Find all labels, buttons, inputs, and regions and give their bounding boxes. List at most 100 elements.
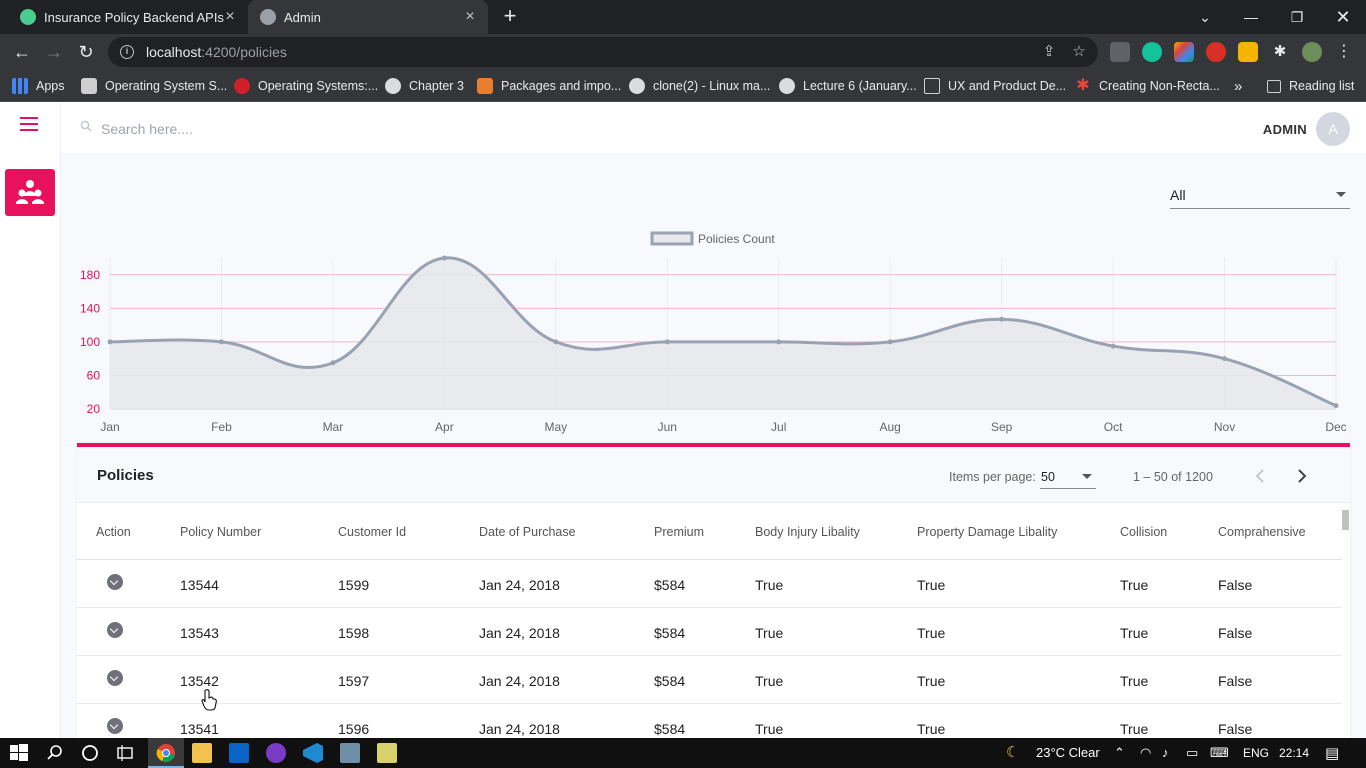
- bookmark-item[interactable]: Chapter 3: [385, 77, 464, 95]
- table-row[interactable]: 13544 1599 Jan 24, 2018 $584 True True T…: [77, 560, 1342, 608]
- chart-filter-select[interactable]: All: [1170, 183, 1350, 209]
- notification-center-icon[interactable]: ▤: [1325, 744, 1339, 762]
- bookmark-item[interactable]: clone(2) - Linux ma...: [629, 77, 770, 95]
- reading-list-button[interactable]: Reading list: [1267, 77, 1354, 95]
- browser-tab-api-docs[interactable]: Insurance Policy Backend APIs ×: [8, 0, 248, 34]
- hamburger-menu-icon[interactable]: [20, 117, 40, 131]
- table-scrollbar[interactable]: [1342, 510, 1349, 530]
- data-point: [664, 339, 670, 345]
- back-icon[interactable]: ←: [10, 40, 34, 64]
- weather-status[interactable]: 23°C Clear: [1036, 745, 1100, 760]
- bookmark-item[interactable]: Packages and impo...: [477, 77, 621, 95]
- customer-id-cell: 1599: [338, 577, 370, 593]
- x-tick-label: Nov: [1214, 420, 1235, 434]
- body-injury-cell: True: [755, 625, 784, 641]
- next-page-button[interactable]: [1288, 463, 1314, 489]
- keyboard-icon[interactable]: ⌨: [1210, 745, 1229, 761]
- new-tab-button[interactable]: +: [498, 5, 522, 29]
- tab-search-icon[interactable]: ⌄: [1182, 0, 1228, 34]
- column-header-policy-number[interactable]: Policy Number: [180, 525, 261, 539]
- bookmark-item[interactable]: ✱ Creating Non-Recta...: [1075, 77, 1220, 95]
- close-tab-icon[interactable]: ×: [222, 9, 238, 25]
- table-row[interactable]: 13542 1597 Jan 24, 2018 $584 True True T…: [77, 656, 1342, 704]
- column-header-date-of-purchase[interactable]: Date of Purchase: [479, 525, 576, 539]
- column-header-comprehensive[interactable]: Comprahensive: [1218, 525, 1306, 539]
- avatar[interactable]: A: [1316, 112, 1350, 146]
- extensions-puzzle-icon[interactable]: ✱: [1270, 42, 1290, 62]
- file-explorer-icon[interactable]: [192, 743, 212, 763]
- filter-value: All: [1170, 187, 1186, 203]
- profile-avatar-icon[interactable]: [1302, 42, 1322, 62]
- expand-row-icon[interactable]: [107, 574, 123, 590]
- show-hidden-icons-icon[interactable]: ⌃: [1114, 745, 1125, 761]
- column-header-property-damage[interactable]: Property Damage Libality: [917, 525, 1057, 539]
- table-row[interactable]: 13541 1596 Jan 24, 2018 $584 True True T…: [77, 704, 1342, 738]
- apps-grid-icon: [12, 78, 28, 94]
- previous-page-button[interactable]: [1248, 463, 1274, 489]
- language-indicator[interactable]: ENG: [1243, 746, 1269, 760]
- address-bar[interactable]: i localhost:4200/policies ⇪ ☆: [108, 37, 1098, 67]
- property-damage-cell: True: [917, 625, 946, 641]
- close-window-button[interactable]: ✕: [1320, 0, 1366, 34]
- browser-menu-icon[interactable]: ⋮: [1334, 42, 1354, 62]
- nav-item-policies[interactable]: [5, 169, 55, 216]
- taskbar-chrome-active[interactable]: [148, 738, 184, 768]
- cortana-icon[interactable]: [80, 743, 100, 763]
- orange-site-icon: [477, 78, 493, 94]
- battery-icon[interactable]: ▭: [1186, 745, 1198, 761]
- extension-icon[interactable]: [1110, 42, 1130, 62]
- desktop-app-icon[interactable]: [340, 743, 360, 763]
- column-header-body-injury[interactable]: Body Injury Libality: [755, 525, 860, 539]
- column-header-customer-id[interactable]: Customer Id: [338, 525, 406, 539]
- share-icon[interactable]: ⇪: [1040, 43, 1058, 61]
- bookmark-item[interactable]: UX and Product De...: [924, 77, 1066, 95]
- column-header-action[interactable]: Action: [96, 525, 131, 539]
- items-per-page-select[interactable]: 50: [1040, 465, 1096, 489]
- volume-icon[interactable]: ♪: [1162, 745, 1169, 760]
- body-injury-cell: True: [755, 721, 784, 737]
- forward-icon[interactable]: →: [42, 40, 66, 64]
- close-tab-icon[interactable]: ×: [462, 9, 478, 25]
- expand-row-icon[interactable]: [107, 718, 123, 734]
- red-extension-icon[interactable]: [1206, 42, 1226, 62]
- bookmark-item[interactable]: Operating Systems:...: [234, 77, 378, 95]
- table-header-row: Action Policy Number Customer Id Date of…: [77, 503, 1342, 560]
- bookmark-site-icon: [81, 78, 97, 94]
- minimize-button[interactable]: —: [1228, 0, 1274, 34]
- wifi-icon[interactable]: ◠: [1140, 745, 1151, 761]
- column-header-collision[interactable]: Collision: [1120, 525, 1167, 539]
- search-input[interactable]: [101, 117, 501, 141]
- premium-cell: $584: [654, 625, 686, 641]
- purple-app-icon[interactable]: [266, 743, 286, 763]
- reload-icon[interactable]: ↻: [74, 40, 98, 64]
- column-header-premium[interactable]: Premium: [654, 525, 704, 539]
- expand-row-icon[interactable]: [107, 622, 123, 638]
- chevron-down-icon: [1082, 474, 1092, 479]
- expand-row-icon[interactable]: [107, 670, 123, 686]
- browser-tab-admin[interactable]: Admin ×: [248, 0, 488, 34]
- bookmark-apps[interactable]: Apps: [12, 77, 65, 95]
- customer-id-cell: 1596: [338, 721, 370, 737]
- bookmark-label: Chapter 3: [409, 79, 464, 93]
- policies-card: Policies Items per page: 50 1 – 50 of 12…: [77, 443, 1350, 738]
- notes-extension-icon[interactable]: [1238, 42, 1258, 62]
- clock[interactable]: 22:14: [1279, 746, 1309, 760]
- bookmark-item[interactable]: Lecture 6 (January...: [779, 77, 917, 95]
- grammarly-icon[interactable]: [1142, 42, 1162, 62]
- comprehensive-cell: False: [1218, 625, 1253, 641]
- restore-button[interactable]: ❐: [1274, 0, 1320, 34]
- taskbar-search-icon[interactable]: [45, 743, 65, 763]
- site-info-icon[interactable]: i: [120, 45, 134, 59]
- windows-start-icon[interactable]: [9, 743, 29, 763]
- admin-app: ADMIN A All 180 140 100 60 20 Jan Feb Mar Apr May…: [0, 103, 1366, 738]
- notepad-icon[interactable]: [377, 743, 397, 763]
- color-extension-icon[interactable]: [1174, 42, 1194, 62]
- mail-icon[interactable]: [229, 743, 249, 763]
- bookmark-star-icon[interactable]: ☆: [1070, 43, 1088, 61]
- vscode-icon[interactable]: [303, 743, 323, 763]
- task-view-icon[interactable]: [115, 743, 135, 763]
- bookmark-item[interactable]: Operating System S...: [81, 77, 227, 95]
- more-bookmarks-button[interactable]: »: [1234, 77, 1242, 95]
- table-row[interactable]: 13543 1598 Jan 24, 2018 $584 True True T…: [77, 608, 1342, 656]
- date-cell: Jan 24, 2018: [479, 625, 560, 641]
